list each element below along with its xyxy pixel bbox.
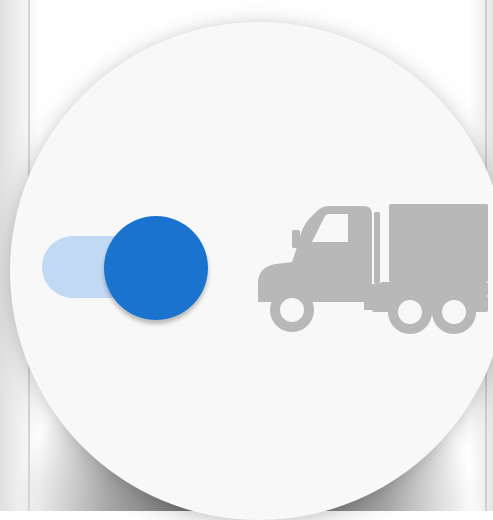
toggle-thumb — [104, 216, 208, 320]
toggle-switch[interactable] — [42, 216, 210, 324]
truck-icon — [258, 204, 488, 334]
